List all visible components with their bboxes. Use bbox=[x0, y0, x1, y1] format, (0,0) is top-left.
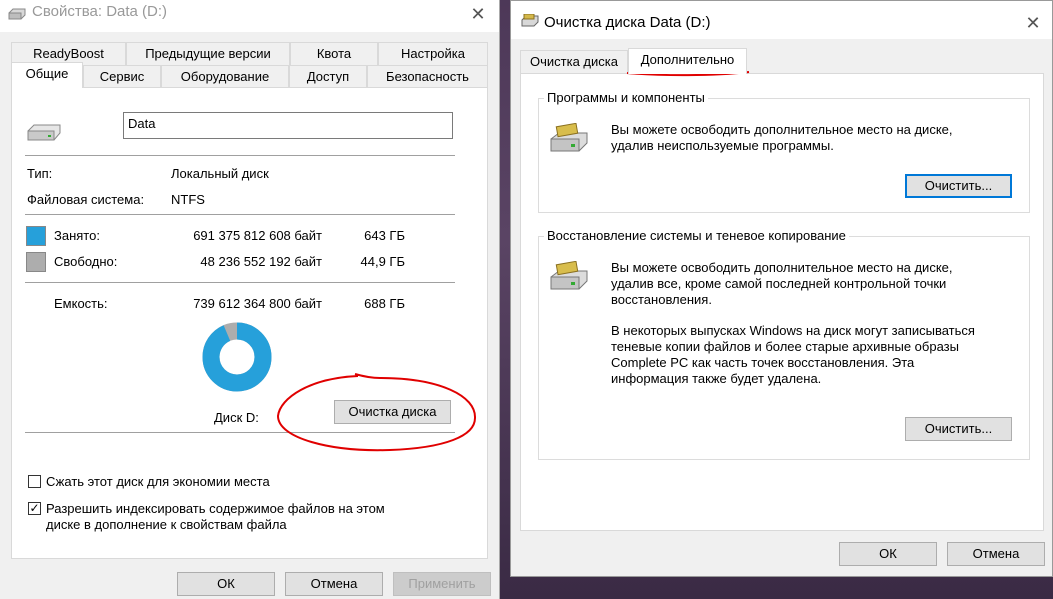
cancel-button[interactable]: Отмена bbox=[947, 542, 1045, 566]
used-bytes: 691 375 812 608 байт bbox=[193, 228, 322, 243]
general-panel: Data Тип: Локальный диск Файловая систем… bbox=[11, 87, 488, 559]
compress-checkbox[interactable] bbox=[28, 475, 41, 488]
disk-name-label: Диск D: bbox=[214, 410, 259, 425]
restore-p2-line3: Complete PC как часть точек восстановлен… bbox=[611, 355, 915, 370]
type-label: Тип: bbox=[27, 166, 53, 181]
index-label-line1: Разрешить индексировать содержимое файло… bbox=[46, 501, 385, 516]
programs-text-line1: Вы можете освободить дополнительное мест… bbox=[611, 122, 953, 137]
tab-disk-cleanup[interactable]: Очистка диска bbox=[520, 50, 628, 73]
restore-p2-line2: теневые копии файлов и более старые архи… bbox=[611, 339, 959, 354]
restore-group: Восстановление системы и теневое копиров… bbox=[538, 228, 1030, 460]
apply-button[interactable]: Применить bbox=[393, 572, 491, 596]
tab-hardware[interactable]: Оборудование bbox=[161, 65, 289, 88]
cleanup-icon bbox=[550, 261, 588, 290]
filesystem-value: NTFS bbox=[171, 192, 205, 207]
compress-label: Сжать этот диск для экономии места bbox=[46, 474, 270, 489]
index-checkbox[interactable]: ✓ bbox=[28, 502, 41, 515]
cleanup-titlebar: Очистка диска Data (D:) ✕ bbox=[511, 1, 1052, 39]
divider bbox=[25, 214, 455, 215]
programs-text-line2: удалив неиспользуемые программы. bbox=[611, 138, 834, 153]
cleanup-drive-icon bbox=[521, 14, 539, 27]
restore-p1-line2: удалив все, кроме самой последней контро… bbox=[611, 276, 947, 291]
disk-cleanup-window: Очистка диска Data (D:) ✕ Очистка диска … bbox=[510, 0, 1053, 577]
close-icon[interactable]: ✕ bbox=[468, 4, 488, 24]
type-value: Локальный диск bbox=[171, 166, 269, 181]
restore-p1-line1: Вы можете освободить дополнительное мест… bbox=[611, 260, 953, 275]
programs-group: Программы и компоненты Вы можете освобод… bbox=[538, 90, 1030, 213]
restore-p2-line1: В некоторых выпусках Windows на диск мог… bbox=[611, 323, 975, 338]
drive-icon bbox=[8, 8, 26, 20]
tab-security[interactable]: Безопасность bbox=[367, 65, 488, 88]
tab-tools[interactable]: Сервис bbox=[83, 65, 161, 88]
free-label: Свободно: bbox=[54, 254, 118, 269]
close-icon[interactable]: ✕ bbox=[1023, 13, 1043, 33]
used-space-swatch bbox=[26, 226, 46, 246]
restore-p2-line4: информация также будет удалена. bbox=[611, 371, 822, 386]
tab-general[interactable]: Общие bbox=[11, 62, 83, 88]
used-gb: 643 ГБ bbox=[364, 228, 405, 243]
restore-cleanup-button[interactable]: Очистить... bbox=[905, 417, 1012, 441]
annotation-circle bbox=[276, 373, 477, 452]
capacity-label: Емкость: bbox=[54, 296, 108, 311]
free-bytes: 48 236 552 192 байт bbox=[200, 254, 322, 269]
divider bbox=[25, 155, 455, 156]
used-label: Занято: bbox=[54, 228, 100, 243]
properties-title: Свойства: Data (D:) bbox=[32, 3, 168, 20]
tab-quota[interactable]: Квота bbox=[290, 42, 378, 65]
programs-cleanup-button[interactable]: Очистить... bbox=[905, 174, 1012, 198]
more-options-panel: Программы и компоненты Вы можете освобод… bbox=[520, 73, 1044, 531]
free-space-swatch bbox=[26, 252, 46, 272]
tab-more-options[interactable]: Дополнительно bbox=[628, 48, 747, 74]
programs-group-title: Программы и компоненты bbox=[544, 90, 708, 105]
free-gb: 44,9 ГБ bbox=[360, 254, 405, 269]
drive-icon bbox=[27, 124, 61, 141]
tab-customize[interactable]: Настройка bbox=[378, 42, 488, 65]
cleanup-icon bbox=[550, 123, 588, 152]
tab-previous-versions[interactable]: Предыдущие версии bbox=[126, 42, 290, 65]
cancel-button[interactable]: Отмена bbox=[285, 572, 383, 596]
ok-button[interactable]: ОК bbox=[177, 572, 275, 596]
capacity-gb: 688 ГБ bbox=[364, 296, 405, 311]
cleanup-title: Очистка диска Data (D:) bbox=[544, 14, 711, 31]
properties-window: Свойства: Data (D:) ✕ ReadyBoost Предыду… bbox=[0, 0, 500, 599]
capacity-bytes: 739 612 364 800 байт bbox=[193, 296, 322, 311]
divider bbox=[25, 282, 455, 283]
ok-button[interactable]: ОК bbox=[839, 542, 937, 566]
restore-group-title: Восстановление системы и теневое копиров… bbox=[544, 228, 849, 243]
filesystem-label: Файловая система: bbox=[27, 192, 145, 207]
volume-label-input[interactable]: Data bbox=[123, 112, 453, 139]
index-label-line2: диске в дополнение к свойствам файла bbox=[46, 517, 287, 532]
disk-usage-donut bbox=[202, 322, 272, 392]
tab-sharing[interactable]: Доступ bbox=[289, 65, 367, 88]
properties-titlebar: Свойства: Data (D:) ✕ bbox=[0, 0, 499, 32]
restore-p1-line3: восстановления. bbox=[611, 292, 712, 307]
